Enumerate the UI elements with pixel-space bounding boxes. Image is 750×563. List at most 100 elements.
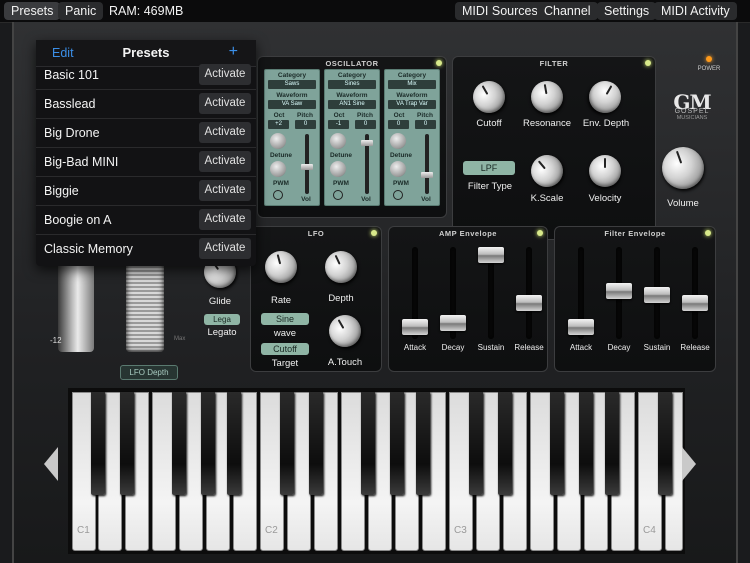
preset-activate-button[interactable]: Activate	[199, 122, 251, 143]
fenv-decay-fader[interactable]	[606, 283, 632, 299]
preset-name: Classic Memory	[44, 242, 133, 256]
osc3-vol-track[interactable]	[425, 134, 429, 194]
osc1-pwm-knob[interactable]	[270, 161, 286, 177]
black-key[interactable]	[550, 392, 564, 495]
black-key[interactable]	[227, 392, 241, 495]
osc1-detune-knob[interactable]	[270, 133, 286, 149]
amp-release-fader[interactable]	[516, 295, 542, 311]
black-key[interactable]	[416, 392, 430, 495]
volume-knob[interactable]	[656, 141, 710, 195]
osc3-vol-handle[interactable]	[421, 172, 433, 178]
black-key[interactable]	[309, 392, 323, 495]
velocity-knob[interactable]	[589, 155, 621, 187]
osc2-pitch[interactable]: 0	[355, 120, 376, 129]
octave-down-arrow-icon[interactable]	[44, 447, 58, 481]
fenv-sustain-fader[interactable]	[644, 287, 670, 303]
preset-activate-button[interactable]: Activate	[199, 93, 251, 114]
preset-row[interactable]: Big-Bad MINI Activate	[36, 148, 256, 177]
preset-row[interactable]: Classic Memory Activate	[36, 235, 256, 264]
mod-wheel[interactable]	[126, 258, 164, 352]
black-key[interactable]	[390, 392, 404, 495]
osc2-detune-knob[interactable]	[330, 133, 346, 149]
osc3-category[interactable]: Mix	[388, 80, 436, 89]
osc3-power-icon[interactable]	[393, 190, 403, 200]
black-key[interactable]	[658, 392, 672, 495]
legato-toggle[interactable]: Lega	[204, 314, 240, 325]
env-depth-knob[interactable]	[583, 75, 627, 119]
lfo-rate-knob[interactable]	[261, 247, 301, 287]
preset-row[interactable]: Basslead Activate	[36, 90, 256, 119]
filter-type-value[interactable]: LPF	[463, 161, 515, 175]
osc2-oct[interactable]: -1	[328, 120, 349, 129]
preset-activate-button[interactable]: Activate	[199, 64, 251, 85]
amp-sustain-fader[interactable]	[478, 247, 504, 263]
osc1-power-icon[interactable]	[273, 190, 283, 200]
osc2-category[interactable]: Sines	[328, 80, 376, 89]
black-key[interactable]	[579, 392, 593, 495]
osc1-vol-handle[interactable]	[301, 164, 313, 170]
osc2-pwm-label: PWM	[333, 180, 349, 187]
osc1-detune-label: Detune	[269, 152, 293, 159]
osc2-power-icon[interactable]	[333, 190, 343, 200]
pitch-wheel[interactable]	[58, 258, 94, 352]
black-key[interactable]	[498, 392, 512, 495]
presets-add-button[interactable]: +	[229, 43, 238, 61]
kscale-label: K.Scale	[530, 193, 564, 204]
preset-row[interactable]: Big Drone Activate	[36, 119, 256, 148]
osc2-pwm-knob[interactable]	[330, 161, 346, 177]
osc1-category[interactable]: Saws	[268, 80, 316, 89]
lfo-rate-label: Rate	[270, 295, 292, 306]
osc3-waveform[interactable]: VA Trap Var	[388, 100, 436, 109]
black-key[interactable]	[120, 392, 134, 495]
cutoff-knob[interactable]	[467, 75, 511, 119]
osc2-waveform[interactable]: AN1 Sine	[328, 100, 376, 109]
osc3-pitch-label: Pitch	[417, 112, 433, 119]
lfo-depth-knob[interactable]	[319, 245, 363, 289]
atouch-knob[interactable]	[323, 309, 367, 353]
preset-row[interactable]: Boogie on A Activate	[36, 206, 256, 235]
osc3-oct[interactable]: 0	[388, 120, 409, 129]
preset-activate-button[interactable]: Activate	[199, 151, 251, 172]
preset-row[interactable]: Biggie Activate	[36, 177, 256, 206]
preset-activate-button[interactable]: Activate	[199, 238, 251, 259]
midi-activity-button[interactable]: MIDI Activity	[654, 2, 737, 20]
fenv-release-fader[interactable]	[682, 295, 708, 311]
black-key[interactable]	[91, 392, 105, 495]
presets-button[interactable]: Presets	[4, 2, 61, 20]
black-key[interactable]	[469, 392, 483, 495]
settings-button[interactable]: Settings	[597, 2, 657, 20]
osc3-pitch[interactable]: 0	[415, 120, 436, 129]
fenv-release-track[interactable]	[692, 247, 698, 339]
midi-sources-button[interactable]: MIDI Sources	[455, 2, 545, 20]
fenv-attack-fader[interactable]	[568, 319, 594, 335]
black-key[interactable]	[201, 392, 215, 495]
octave-up-arrow-icon[interactable]	[682, 447, 696, 481]
black-key[interactable]	[605, 392, 619, 495]
preset-activate-button[interactable]: Activate	[199, 180, 251, 201]
pitch-min-label: -12	[50, 336, 62, 345]
note-label-c3: C3	[454, 525, 467, 536]
osc3-pwm-knob[interactable]	[390, 161, 406, 177]
osc1-oct[interactable]: +2	[268, 120, 289, 129]
osc1-pitch[interactable]: 0	[295, 120, 316, 129]
lfo-depth-toggle[interactable]: LFO Depth	[120, 365, 178, 380]
lfo-wave-value[interactable]: Sine	[261, 313, 309, 325]
osc2-vol-handle[interactable]	[361, 140, 373, 146]
black-key[interactable]	[172, 392, 186, 495]
amp-attack-fader[interactable]	[402, 319, 428, 335]
lfo-target-value[interactable]: Cutoff	[261, 343, 309, 355]
preset-name: Boogie on A	[44, 213, 112, 227]
osc1-waveform[interactable]: VA Saw	[268, 100, 316, 109]
preset-activate-button[interactable]: Activate	[199, 209, 251, 230]
black-key[interactable]	[361, 392, 375, 495]
preset-row[interactable]: Basic 101 Activate	[36, 61, 256, 90]
amp-decay-fader[interactable]	[440, 315, 466, 331]
black-key[interactable]	[280, 392, 294, 495]
amp-envelope-panel: AMP Envelope Attack Decay Sustain Releas…	[388, 226, 548, 372]
panic-button[interactable]: Panic	[58, 2, 104, 20]
channel-button[interactable]: Channel	[537, 2, 598, 20]
resonance-knob[interactable]	[528, 78, 566, 116]
kscale-knob[interactable]	[524, 148, 570, 194]
amp-release-track[interactable]	[526, 247, 532, 339]
osc3-detune-knob[interactable]	[390, 133, 406, 149]
